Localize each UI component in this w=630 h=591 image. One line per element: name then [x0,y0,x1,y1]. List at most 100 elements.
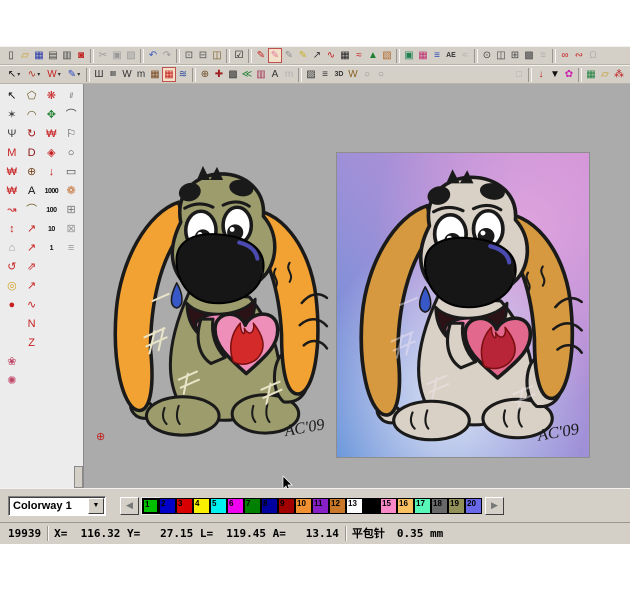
color-chip-8[interactable]: 8 [261,498,278,514]
fill-tatami-icon[interactable]: ▦ [162,67,176,82]
sphere-pattern-icon[interactable]: ⊕ [22,163,42,182]
wave-red-icon[interactable]: ≈ [352,48,366,63]
density-100-icon[interactable]: 100 [42,201,62,220]
select-object-icon[interactable]: ◫ [210,48,224,63]
color-chip-12[interactable]: 12 [329,498,346,514]
flower-icon[interactable]: ✿ [562,67,576,82]
rectangle-shape-icon[interactable]: ▭ [61,163,81,182]
effect-peak-icon[interactable]: A [268,67,282,82]
sequence-disabled-icon[interactable]: ≡ [536,48,550,63]
needle-icon[interactable]: ↗ [310,48,324,63]
color-chip-10[interactable]: 10 [295,498,312,514]
stitch-arrows-icon[interactable]: ⇗ [22,258,42,277]
tool-disabled-icon[interactable]: □ [512,67,526,82]
lettering-a-icon[interactable]: A [22,182,42,201]
view-3d-icon[interactable]: 3D [332,67,346,82]
trees-icon[interactable]: ⁂ [612,67,626,82]
sidebar-scrollbar[interactable] [74,466,83,488]
color-chip-1[interactable]: 1 [142,498,159,514]
effect-star-icon[interactable]: ✚ [212,67,226,82]
monogram-m-icon[interactable]: M [2,144,22,163]
graph-green-icon[interactable]: ▲ [366,48,380,63]
user-disabled-icon[interactable]: Ω [586,48,600,63]
needle-updown-icon[interactable]: ↕ [2,220,22,239]
letter-n-icon[interactable]: N [22,315,42,334]
hand-flower-icon[interactable]: ❁ [61,182,81,201]
oval-arrows-icon[interactable]: ↺ [2,258,22,277]
grid-settings-icon[interactable]: ▦ [584,67,598,82]
pair-red-icon[interactable]: ∾ [572,48,586,63]
node-polygon-icon[interactable]: ⬠ [22,87,42,106]
bitmap-icon[interactable]: ▣ [402,48,416,63]
grid-black-icon[interactable]: ▦ [338,48,352,63]
satin-stitch-tool-icon[interactable]: W▾ [44,67,64,82]
color-chip-3[interactable]: 3 [176,498,193,514]
stitch-run-3-icon[interactable]: ↗ [22,277,42,296]
vase-red-icon[interactable]: ◈ [42,144,62,163]
fill-wave-icon[interactable]: ≋ [176,67,190,82]
sequence-4-icon[interactable]: ▩ [522,48,536,63]
pointer-tool-icon[interactable]: ↖▾ [4,67,24,82]
colorway-select[interactable]: Colorway 1 ▼ [8,496,106,516]
open-icon[interactable]: ▱ [18,48,32,63]
stitch-run-2-icon[interactable]: ↗ [22,239,42,258]
paste-icon[interactable]: ▨ [124,48,138,63]
stitch-run-1-icon[interactable]: ↗ [22,220,42,239]
new-icon[interactable]: ▯ [4,48,18,63]
rotate-tool-icon[interactable]: ↻ [22,125,42,144]
color-chip-15[interactable]: 15 [380,498,397,514]
sequence-1-icon[interactable]: ⊙ [480,48,494,63]
fill-rails-icon[interactable]: m [134,67,148,82]
parallel-lines-icon[interactable]: // [61,87,81,106]
copy-icon[interactable]: ▣ [110,48,124,63]
grid-crossed-icon[interactable]: ⊠ [61,220,81,239]
color-chip-11[interactable]: 11 [312,498,329,514]
embroidery-design[interactable] [92,138,334,464]
note-yellow-icon[interactable]: ◎ [2,277,22,296]
circle-red-icon[interactable]: ● [2,296,22,315]
flower-red-icon[interactable]: ❋ [42,87,62,106]
stitch-wm-icon[interactable]: ₩ [2,182,22,201]
undo-icon[interactable]: ↶ [146,48,160,63]
thread-icon[interactable]: ∿ [324,48,338,63]
sequence-2-icon[interactable]: ◫ [494,48,508,63]
print-icon[interactable]: ▤ [46,48,60,63]
letters-ae-icon[interactable]: AE [444,48,458,63]
pen-outline-icon[interactable]: ✎ [282,48,296,63]
needle-point-icon[interactable]: ↓ [534,67,548,82]
fan-tool-icon[interactable]: ⌂ [2,239,22,258]
select-arrow-icon[interactable]: ↖ [2,87,22,106]
view-texture-icon[interactable]: W [346,67,360,82]
list-box-icon[interactable]: ≡ [61,239,81,258]
color-chip-14[interactable]: 14 [363,498,380,514]
open-curve-icon[interactable]: ◠ [22,106,42,125]
ellipse-shape-icon[interactable]: ○ [61,144,81,163]
image-icon[interactable]: ▧ [380,48,394,63]
effect-cross-icon[interactable]: ▩ [226,67,240,82]
effect-wreath-icon[interactable]: ⊕ [198,67,212,82]
chevron-down-icon[interactable]: ▼ [88,498,104,514]
palette-prev-button[interactable]: ◀ [120,497,139,515]
color-chip-19[interactable]: 19 [448,498,465,514]
design-canvas[interactable]: AC'09 [84,84,630,488]
stitch-zigzag-icon[interactable]: ∿ [22,296,42,315]
sequin-pair-icon[interactable]: ❀ [2,353,22,372]
color-chip-4[interactable]: 4 [193,498,210,514]
flag-page-icon[interactable]: ⚐ [61,125,81,144]
machine-tool-icon[interactable]: ⊞ [61,201,81,220]
pen-yellow-icon[interactable]: ✎ [296,48,310,63]
run-stitch-tool-icon[interactable]: ∿▾ [24,67,44,82]
color-chip-5[interactable]: 5 [210,498,227,514]
effect-disabled-icon[interactable]: m [282,67,296,82]
filter-icon[interactable]: ▼ [548,67,562,82]
hoop-2-icon[interactable]: ○ [374,67,388,82]
color-chip-6[interactable]: 6 [227,498,244,514]
fill-satin-icon[interactable]: Ш [92,67,106,82]
color-chip-7[interactable]: 7 [244,498,261,514]
stitch-mw-icon[interactable]: ₩ [2,163,22,182]
pen-hatch-icon[interactable]: ✎ [268,48,282,63]
artwork-image[interactable] [336,152,590,458]
color-chip-18[interactable]: 18 [431,498,448,514]
hoop-1-icon[interactable]: ○ [360,67,374,82]
digitize-pen-tool-icon[interactable]: ✎▾ [64,67,84,82]
